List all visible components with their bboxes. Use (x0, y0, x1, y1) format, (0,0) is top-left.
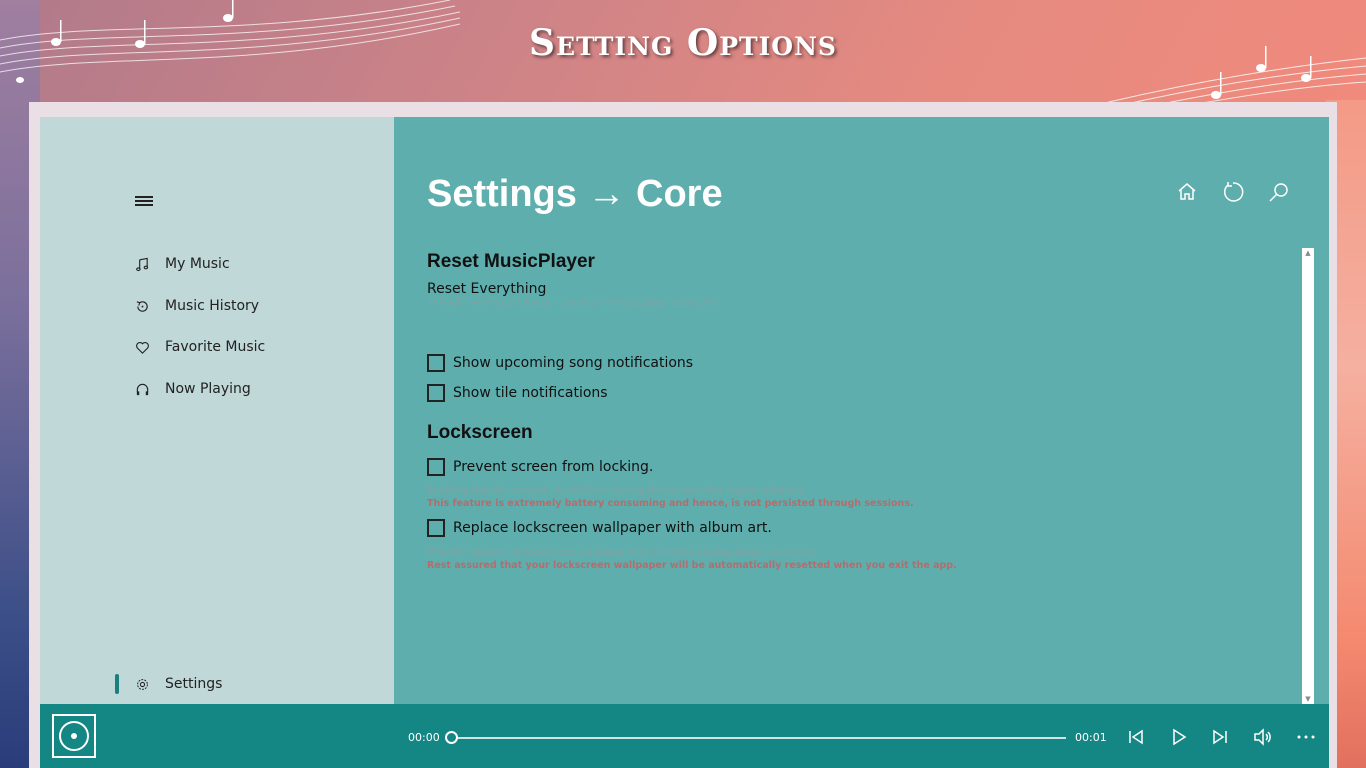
scroll-down-arrow-icon[interactable]: ▼ (1302, 694, 1314, 704)
page-title: Settings → Core (427, 173, 723, 215)
sidebar-item-label: Favorite Music (165, 339, 266, 355)
home-icon[interactable] (1175, 180, 1199, 204)
player-bar: 00:00 00:01 (40, 704, 1329, 768)
vertical-scrollbar[interactable]: ▲ ▼ (1302, 248, 1314, 704)
replace-wallpaper-checkbox[interactable]: Replace lockscreen wallpaper with album … (427, 519, 1297, 537)
previous-icon[interactable] (1125, 726, 1147, 748)
active-indicator (115, 674, 119, 694)
sidebar-item-music-history[interactable]: Music History (134, 294, 259, 318)
sidebar-item-my-music[interactable]: My Music (134, 252, 230, 276)
checkbox-label: Show tile notifications (453, 385, 608, 401)
seek-bar[interactable] (445, 731, 1066, 744)
main-pane: Settings → Core Reset MusicPlayer Reset … (394, 117, 1329, 704)
sidebar-item-now-playing[interactable]: Now Playing (134, 377, 251, 401)
prevent-lock-warning: This feature is extremely battery consum… (427, 498, 914, 509)
banner-title: Setting Options (529, 22, 837, 64)
album-art[interactable] (52, 714, 96, 758)
sidebar-item-label: My Music (165, 256, 230, 272)
volume-icon[interactable] (1252, 726, 1274, 748)
scroll-up-arrow-icon[interactable]: ▲ (1302, 248, 1314, 258)
checkbox-box[interactable] (427, 519, 445, 537)
reset-hint: This will reset your library, playlists,… (427, 298, 722, 309)
sidebar: My Music Music History Favorite Music No… (40, 117, 394, 704)
lockscreen-heading: Lockscreen (427, 422, 533, 443)
gear-icon (134, 676, 150, 692)
reset-everything-link[interactable]: Reset Everything (427, 281, 546, 297)
replace-wallpaper-hint: This will replace the lockscreen wallpap… (427, 547, 818, 558)
app-window: My Music Music History Favorite Music No… (40, 117, 1329, 768)
replace-wallpaper-warning: Rest assured that your lockscreen wallpa… (427, 560, 957, 571)
disc-center-icon (71, 733, 77, 739)
search-icon[interactable] (1267, 180, 1291, 204)
play-icon[interactable] (1168, 726, 1190, 748)
checkbox-label: Replace lockscreen wallpaper with album … (453, 520, 772, 536)
sidebar-item-label: Music History (165, 298, 260, 314)
heart-icon (134, 339, 150, 355)
history-icon (134, 298, 150, 314)
prevent-lock-checkbox[interactable]: Prevent screen from locking. (427, 458, 1297, 476)
tile-notifications-checkbox[interactable]: Show tile notifications (427, 384, 1297, 402)
sidebar-item-label: Settings (165, 676, 223, 692)
hamburger-menu-icon[interactable] (135, 196, 153, 208)
checkbox-box[interactable] (427, 354, 445, 372)
music-note-icon (134, 256, 150, 272)
top-toolbar (1175, 180, 1291, 204)
headphones-icon (134, 381, 150, 397)
refresh-icon[interactable] (1221, 180, 1245, 204)
prevent-lock-hint: Enabling this will prevent the OS from l… (427, 485, 808, 496)
checkbox-label: Show upcoming song notifications (453, 355, 694, 371)
sidebar-item-label: Now Playing (165, 381, 251, 397)
next-icon[interactable] (1209, 726, 1231, 748)
sidebar-item-favorite-music[interactable]: Favorite Music (134, 335, 265, 359)
current-time: 00:00 (408, 731, 440, 744)
checkbox-label: Prevent screen from locking. (453, 459, 654, 475)
upcoming-notifications-checkbox[interactable]: Show upcoming song notifications (427, 354, 1297, 372)
reset-heading: Reset MusicPlayer (427, 251, 595, 272)
settings-content: Reset MusicPlayer Reset Everything This … (427, 251, 1297, 572)
total-time: 00:01 (1075, 731, 1107, 744)
checkbox-box[interactable] (427, 384, 445, 402)
sidebar-item-settings[interactable]: Settings (134, 672, 222, 696)
more-options-icon[interactable] (1295, 726, 1317, 748)
seek-thumb[interactable] (445, 731, 458, 744)
checkbox-box[interactable] (427, 458, 445, 476)
